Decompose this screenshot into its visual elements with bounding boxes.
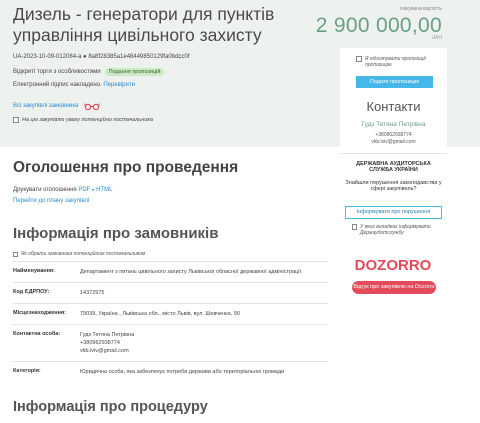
table-row: Категорія: Юридична особа, яка забезпечу… <box>13 361 328 382</box>
procedure-info-title: Інформація про процедуру <box>13 399 208 415</box>
report-violation-button[interactable]: Інформувати про порушення <box>345 206 442 219</box>
print-separator: ● <box>92 187 95 192</box>
select-customer-label: Як обрати замовника потенційним постачал… <box>21 251 146 257</box>
attention-label: На цю закупівлю увагу потенційно постача… <box>22 117 153 123</box>
prepare-bid-checkbox[interactable] <box>356 56 362 62</box>
contacts-title: Контакти <box>366 99 421 114</box>
glasses-icon <box>84 103 101 110</box>
signature-line: Електронний підпис накладено. Перевірити <box>13 82 135 88</box>
customer-table: Найменування: Департамент з питань цивіл… <box>13 261 328 382</box>
row-value: Департамент з питань цивільного захисту … <box>80 269 302 275</box>
row-key: Категорія: <box>13 368 41 374</box>
customer-info-title: Інформація про замовників <box>13 225 219 242</box>
audit-checkbox-label: У яких випадках інформувати Держаудитслу… <box>360 224 431 236</box>
row-key: Найменування: <box>13 268 55 274</box>
audit-question: Знайшли порушення законодавства у сфері … <box>345 180 442 192</box>
estimated-price: 2 900 000,00 <box>315 14 442 37</box>
row-key: Контактна особа: <box>13 331 61 337</box>
row-value: Гудз Тетяна Петрівна +380962938774 vkb.l… <box>80 332 135 354</box>
estimated-value-label: очікувана вартість <box>399 6 442 12</box>
attention-checkbox-row[interactable]: На цю закупівлю увагу потенційно постача… <box>13 117 153 123</box>
print-pdf-link[interactable]: PDF <box>78 187 90 193</box>
tender-title: Дизель - генератори для пунктів управлін… <box>13 4 275 45</box>
dozorro-logo: DOZORRO <box>355 257 432 274</box>
row-value: 14372975 <box>80 290 105 296</box>
prepare-bid-label-2: пропозицію <box>365 62 392 68</box>
procedure-type: Відкриті торги з особливостями <box>13 69 101 75</box>
row-key: Місцезнаходження: <box>13 310 66 316</box>
notice-title: Оголошення про проведення <box>13 159 239 176</box>
all-purchases-link[interactable]: Всі закупівлі замовника <box>13 102 101 110</box>
print-notice-line: Друкувати оголошення PDF ● HTML <box>13 187 112 193</box>
table-row: Місцезнаходження: 79039, Україна , Львів… <box>13 303 328 324</box>
row-key: Код ЄДРПОУ: <box>13 289 50 295</box>
table-row: Найменування: Департамент з питань цивіл… <box>13 261 328 282</box>
status-line: Відкриті торги з особливостями Подання п… <box>13 68 165 76</box>
currency: UAH <box>431 35 442 41</box>
attention-checkbox[interactable] <box>13 117 19 123</box>
audit-service-card: ДЕРЖАВНА АУДИТОРСЬКА СЛУЖБА УКРАЇНИ Знай… <box>340 153 447 248</box>
dozorro-logo-text: DOZORRO <box>355 257 432 274</box>
audit-checkbox-row[interactable]: У яких випадках інформувати Держаудитслу… <box>352 224 447 236</box>
prepare-bid-text: Я підготувати пропозиції пропозицію <box>365 56 426 68</box>
dozorro-card: DOZORRO Відгук про закупівлю на Dozorro <box>340 250 447 305</box>
select-customer-row[interactable]: Як обрати замовника потенційним постачал… <box>13 251 145 257</box>
contact-phone: +380962938774 <box>375 132 412 138</box>
row-value: Юридична особа, яка забезпечує потреби д… <box>80 369 285 375</box>
prepare-bid-checkbox-row[interactable]: Я підготувати пропозиції пропозицію <box>356 56 426 68</box>
bid-card: Я підготувати пропозиції пропозицію Пода… <box>340 48 447 151</box>
audit-checkbox[interactable] <box>352 224 357 230</box>
contact-email[interactable]: vkb.lviv@gmail.com <box>340 139 447 145</box>
print-label: Друкувати оголошення <box>13 187 77 193</box>
verify-signature-link[interactable]: Перевірити <box>103 82 135 88</box>
row-value: 79039, Україна , Львівська обл., місто Л… <box>80 311 240 317</box>
status-badge: Подання пропозицій <box>104 68 165 76</box>
audit-title: ДЕРЖАВНА АУДИТОРСЬКА СЛУЖБА УКРАЇНИ <box>356 161 431 173</box>
print-html-link[interactable]: HTML <box>96 187 112 193</box>
table-row: Контактна особа: Гудз Тетяна Петрівна +3… <box>13 324 328 361</box>
submit-bid-button[interactable]: Подати пропозицію <box>356 76 433 88</box>
table-row: Код ЄДРПОУ: 14372975 <box>13 282 328 303</box>
all-purchases-label: Всі закупівлі замовника <box>13 103 79 109</box>
select-customer-checkbox[interactable] <box>13 251 18 257</box>
contact-name: Гудз Тетяна Петрівна <box>361 121 426 128</box>
go-to-plan-link[interactable]: Перейти до плану закупівлі <box>13 198 89 204</box>
tender-id: UA-2023-10-09-012084-a ● 8a8f28385a1e484… <box>13 54 190 60</box>
dozorro-review-button[interactable]: Відгук про закупівлю на Dozorro <box>352 281 436 294</box>
signature-text: Електронний підпис накладено. <box>13 82 102 88</box>
